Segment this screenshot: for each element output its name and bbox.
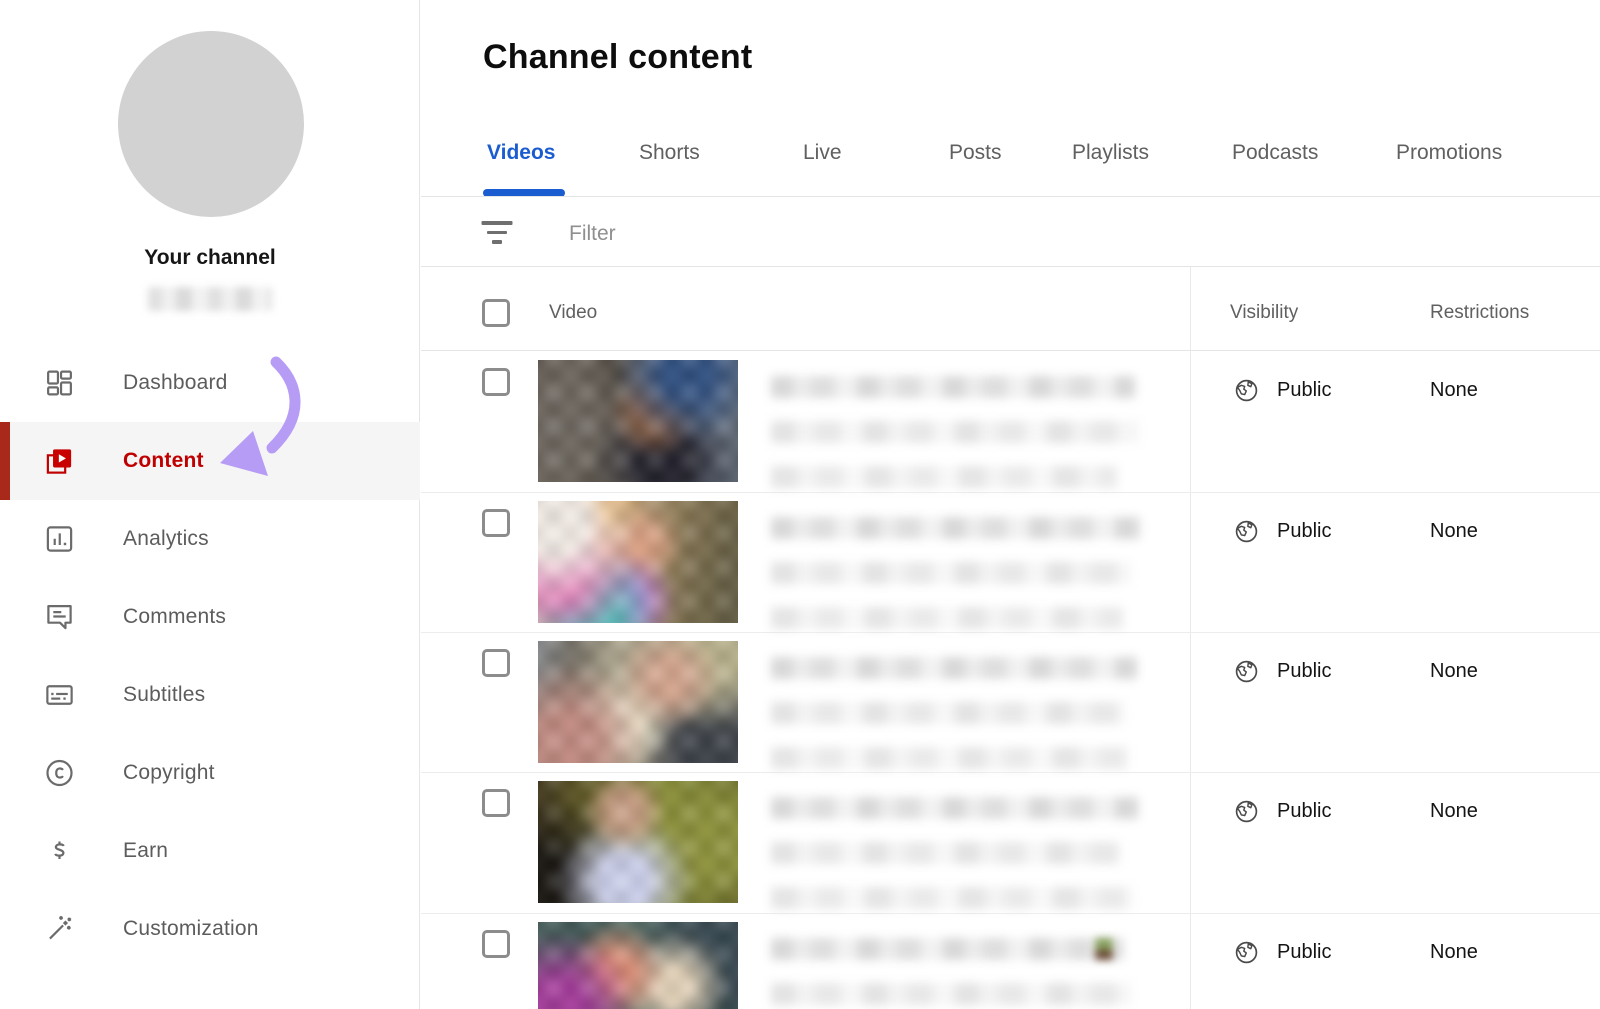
sidebar-item-label: Analytics (123, 527, 209, 551)
sidebar-item-customization[interactable]: Customization (0, 890, 420, 968)
filter-divider (421, 266, 1600, 267)
globe-icon (1233, 658, 1260, 685)
row-checkbox[interactable] (482, 368, 510, 396)
row-checkbox[interactable] (482, 789, 510, 817)
video-thumbnail-redacted[interactable] (538, 781, 738, 903)
sidebar-item-subtitles[interactable]: Subtitles (0, 656, 420, 734)
sidebar-item-label: Comments (123, 605, 226, 629)
sidebar-item-label: Customization (123, 917, 259, 941)
globe-icon (1233, 377, 1260, 404)
tab-live[interactable]: Live (803, 141, 842, 165)
restrictions-value: None (1430, 660, 1478, 683)
channel-name-redacted (148, 287, 272, 311)
video-title-redacted[interactable] (771, 938, 1123, 960)
sidebar-item-analytics[interactable]: Analytics (0, 500, 420, 578)
visibility-value[interactable]: Public (1277, 941, 1331, 964)
dashboard-icon (44, 368, 75, 399)
video-description-redacted (771, 983, 1131, 1005)
row-checkbox[interactable] (482, 930, 510, 958)
video-title-redacted[interactable] (771, 517, 1141, 539)
video-thumbnail-redacted[interactable] (538, 641, 738, 763)
visibility-value[interactable]: Public (1277, 660, 1331, 683)
your-channel-label: Your channel (0, 246, 420, 270)
sidebar-item-label: Content (123, 449, 204, 473)
channel-avatar[interactable] (118, 31, 304, 217)
filter-icon[interactable] (481, 221, 513, 244)
subtitles-icon (44, 680, 75, 711)
tab-podcasts[interactable]: Podcasts (1232, 141, 1318, 165)
table-row[interactable]: Public None (421, 632, 1600, 773)
tab-videos[interactable]: Videos (487, 141, 555, 165)
video-title-redacted[interactable] (771, 657, 1137, 679)
video-description-redacted (771, 562, 1131, 584)
column-header-video: Video (549, 302, 597, 324)
tab-shorts[interactable]: Shorts (639, 141, 700, 165)
sidebar-item-copyright[interactable]: Copyright (0, 734, 420, 812)
sidebar-item-comments[interactable]: Comments (0, 578, 420, 656)
sidebar-item-label: Copyright (123, 761, 215, 785)
sidebar-item-content[interactable]: Content (0, 422, 420, 500)
table-row[interactable]: Public None (421, 772, 1600, 914)
sidebar-item-label: Earn (123, 839, 168, 863)
video-description-redacted (771, 842, 1121, 864)
analytics-icon (44, 524, 75, 555)
video-description-redacted (771, 607, 1123, 629)
video-library-icon (44, 446, 75, 477)
column-header-restrictions: Restrictions (1430, 302, 1529, 324)
visibility-value[interactable]: Public (1277, 800, 1331, 823)
column-header-visibility: Visibility (1230, 302, 1298, 324)
tab-posts[interactable]: Posts (949, 141, 1002, 165)
video-description-redacted (771, 702, 1125, 724)
globe-icon (1233, 939, 1260, 966)
video-title-redacted[interactable] (771, 797, 1139, 819)
selected-indicator-bar (0, 422, 10, 500)
copyright-icon (44, 758, 75, 789)
page-title: Channel content (483, 38, 752, 77)
sidebar: Your channel Dashboard Content (0, 0, 420, 1009)
tab-playlists[interactable]: Playlists (1072, 141, 1149, 165)
youtube-studio-channel-content-page: Your channel Dashboard Content (0, 0, 1600, 1009)
row-checkbox[interactable] (482, 649, 510, 677)
table-row[interactable]: Public None (421, 351, 1600, 493)
video-description-redacted (771, 747, 1129, 769)
globe-icon (1233, 518, 1260, 545)
restrictions-value: None (1430, 800, 1478, 823)
visibility-value[interactable]: Public (1277, 520, 1331, 543)
restrictions-value: None (1430, 520, 1478, 543)
row-checkbox[interactable] (482, 509, 510, 537)
tabs-divider (421, 196, 1600, 197)
video-description-redacted (771, 887, 1133, 909)
sidebar-item-label: Subtitles (123, 683, 205, 707)
visibility-value[interactable]: Public (1277, 379, 1331, 402)
magic-wand-icon (44, 914, 75, 945)
comments-icon (44, 602, 75, 633)
dollar-icon (44, 836, 75, 867)
table-row[interactable]: Public None (421, 913, 1600, 1009)
video-description-redacted (771, 466, 1117, 488)
select-all-checkbox[interactable] (482, 299, 510, 327)
sidebar-item-dashboard[interactable]: Dashboard (0, 344, 420, 422)
video-thumbnail-redacted[interactable] (538, 360, 738, 482)
sidebar-menu: Dashboard Content Analytics Comment (0, 344, 420, 968)
video-description-redacted (771, 421, 1139, 443)
restrictions-value: None (1430, 379, 1478, 402)
table-row[interactable]: Public None (421, 492, 1600, 633)
restrictions-value: None (1430, 941, 1478, 964)
sidebar-item-label: Dashboard (123, 371, 228, 395)
main-content: Channel content Videos Shorts Live Posts… (421, 0, 1600, 1009)
video-title-redacted[interactable] (771, 376, 1135, 398)
title-emoji-redacted (1095, 938, 1113, 960)
filter-input[interactable] (567, 216, 1091, 252)
video-thumbnail-redacted[interactable] (538, 922, 738, 1009)
video-thumbnail-redacted[interactable] (538, 501, 738, 623)
tab-promotions[interactable]: Promotions (1396, 141, 1502, 165)
globe-icon (1233, 798, 1260, 825)
sidebar-item-earn[interactable]: Earn (0, 812, 420, 890)
